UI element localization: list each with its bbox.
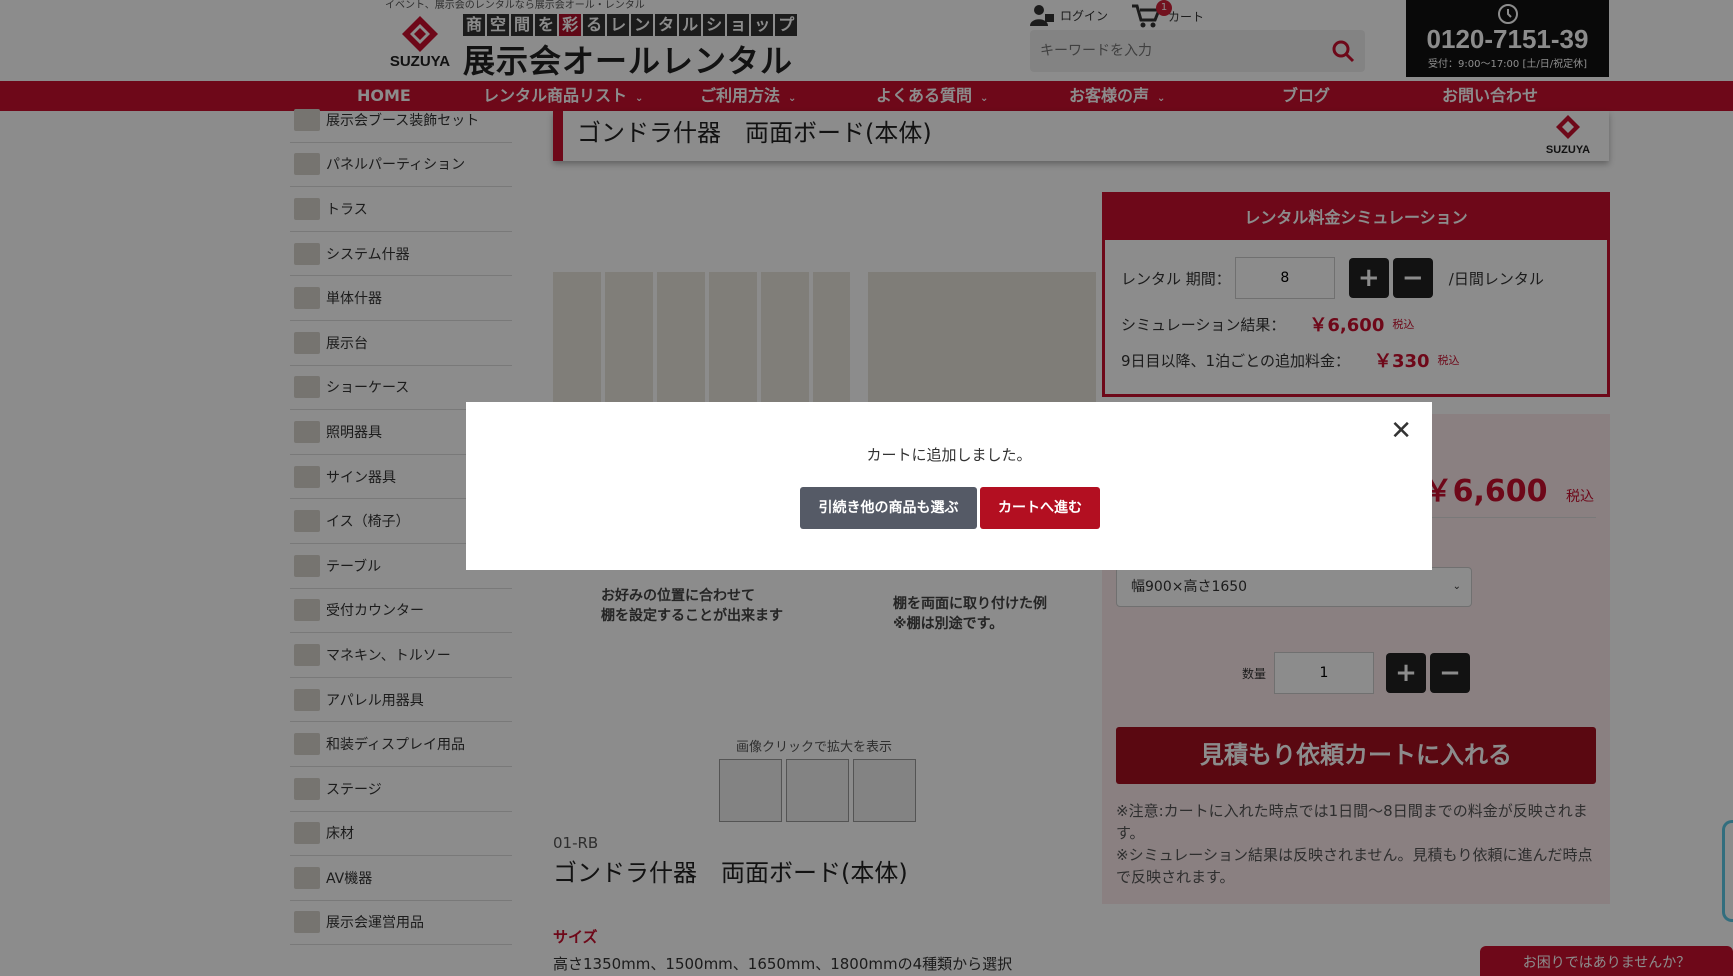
go-to-cart-button[interactable]: カートへ進む <box>980 487 1100 529</box>
continue-shopping-button[interactable]: 引続き他の商品も選ぶ <box>800 487 977 529</box>
close-icon[interactable]: ✕ <box>1390 418 1412 444</box>
modal-message: カートに追加しました。 <box>866 446 1032 464</box>
added-to-cart-modal: ✕ カートに追加しました。 引続き他の商品も選ぶ カートへ進む <box>466 402 1432 570</box>
